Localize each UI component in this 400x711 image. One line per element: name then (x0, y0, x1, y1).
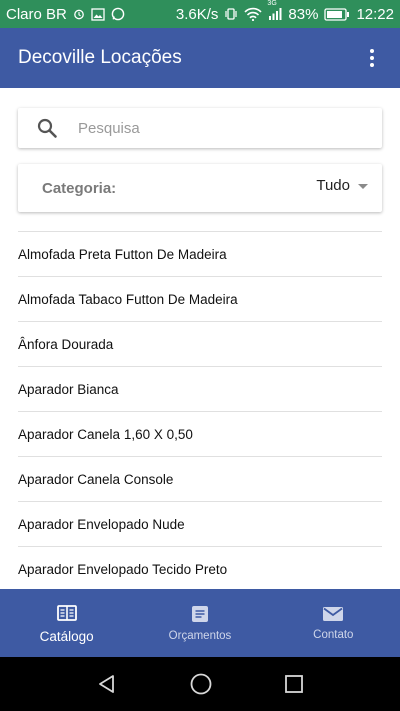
list-item[interactable]: Almofada Tabaco Futton De Madeira (18, 276, 382, 321)
category-label: Categoria: (42, 179, 117, 197)
list-item[interactable]: Aparador Bianca (18, 366, 382, 411)
category-select[interactable]: Tudo (316, 177, 368, 194)
search-input[interactable] (76, 118, 350, 138)
quote-icon (191, 606, 208, 622)
wifi-icon (244, 7, 263, 21)
tab-contato[interactable]: Contato (267, 589, 400, 657)
vibrate-icon (224, 7, 238, 21)
product-name: Aparador Envelopado Tecido Preto (18, 561, 228, 577)
product-name: Almofada Tabaco Futton De Madeira (18, 291, 238, 307)
whatsapp-icon (111, 7, 125, 21)
alarm-icon (73, 8, 85, 20)
clock: 12:22 (356, 5, 394, 23)
product-name: Aparador Canela Console (18, 471, 174, 487)
carrier-label: Claro BR (6, 5, 67, 23)
network-speed: 3.6K/s (175, 5, 219, 23)
list-item[interactable]: Aparador Envelopado Nude (18, 501, 382, 546)
recents-icon[interactable] (284, 674, 304, 694)
network-type-label: 3G (267, 0, 277, 7)
more-vertical-icon[interactable] (362, 44, 382, 72)
product-name: Ânfora Dourada (18, 336, 114, 352)
list-item[interactable]: Aparador Envelopado Tecido Preto (18, 546, 382, 589)
tab-label: Orçamentos (168, 630, 232, 642)
search-icon (37, 118, 57, 138)
tab-orcamentos[interactable]: Orçamentos (133, 589, 266, 657)
back-icon[interactable] (96, 673, 118, 695)
list-item[interactable]: Aparador Canela 1,60 X 0,50 (18, 411, 382, 456)
catalog-content[interactable]: Categoria: Tudo Almofada Preta Futton De… (0, 88, 400, 589)
status-bar: Claro BR 3.6K/s 3G 83% 12:22 (0, 0, 400, 28)
category-filter[interactable]: Categoria: Tudo (18, 164, 382, 212)
list-item[interactable]: Almofada Preta Futton De Madeira (18, 231, 382, 276)
product-list: Almofada Preta Futton De Madeira Almofad… (18, 231, 382, 589)
catalog-icon (56, 604, 77, 621)
bottom-navigation: Catálogo Orçamentos Contato (0, 589, 400, 657)
dropdown-caret-icon (358, 184, 368, 189)
gallery-icon (91, 7, 105, 21)
tab-label: Contato (313, 629, 354, 641)
tab-catalogo[interactable]: Catálogo (0, 589, 133, 657)
system-navigation-bar (0, 657, 400, 711)
app-bar: Decoville Locações (0, 28, 400, 88)
battery-icon (324, 7, 350, 21)
product-name: Almofada Preta Futton De Madeira (18, 246, 227, 262)
mail-icon (323, 607, 344, 621)
list-item[interactable]: Aparador Canela Console (18, 456, 382, 501)
battery-percent: 83% (288, 5, 319, 23)
app-title: Decoville Locações (18, 47, 182, 68)
list-item[interactable]: Ânfora Dourada (18, 321, 382, 366)
signal-icon: 3G (267, 0, 282, 21)
tab-label: Catálogo (39, 628, 94, 644)
product-name: Aparador Envelopado Nude (18, 516, 185, 532)
home-icon[interactable] (189, 672, 213, 696)
product-name: Aparador Bianca (18, 381, 119, 397)
product-name: Aparador Canela 1,60 X 0,50 (18, 426, 193, 442)
category-selected-value: Tudo (316, 176, 350, 194)
search-bar[interactable] (18, 108, 382, 148)
